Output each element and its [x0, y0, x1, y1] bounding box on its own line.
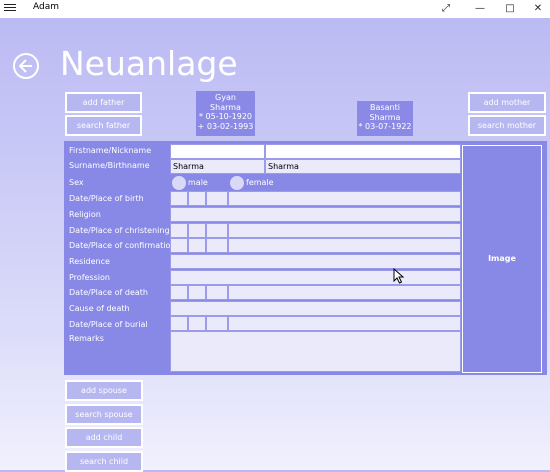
label-burial: Date/Place of burial [69, 320, 148, 329]
burial-month-input[interactable] [188, 316, 206, 331]
remarks-textarea[interactable] [170, 331, 461, 372]
expand-icon[interactable]: ⤢ [430, 0, 462, 18]
search-mother-button[interactable]: search mother [468, 115, 546, 136]
add-child-button[interactable]: add child [65, 427, 143, 448]
residence-input[interactable] [170, 254, 461, 269]
birth-place-input[interactable] [228, 191, 461, 206]
father-death-date: + 03-02-1993 [197, 121, 254, 131]
sex-male-radio[interactable] [172, 176, 186, 190]
mouse-cursor-icon [393, 268, 405, 284]
nickname-input[interactable] [265, 144, 461, 159]
death-month-input[interactable] [188, 285, 206, 300]
father-birth-date: * 05-10-1920 [198, 112, 253, 121]
back-button[interactable] [13, 53, 39, 79]
menu-icon[interactable] [4, 2, 16, 14]
christening-day-input[interactable] [170, 223, 188, 238]
add-mother-button[interactable]: add mother [468, 92, 546, 113]
search-father-button[interactable]: search father [65, 115, 142, 136]
label-cause-of-death: Cause of death [69, 304, 130, 313]
label-firstname: Firstname/Nickname [69, 146, 152, 155]
profession-input[interactable] [170, 270, 461, 285]
mother-card[interactable]: Basanti Sharma * 03-07-1922 [357, 101, 413, 136]
close-icon[interactable]: ✕ [522, 0, 550, 18]
page-title: Neuanlage [60, 44, 238, 83]
minimize-icon[interactable]: — [464, 0, 496, 18]
cause-of-death-input[interactable] [170, 301, 461, 316]
title-bar: Adam ⤢ — □ ✕ [0, 0, 550, 18]
death-year-input[interactable] [206, 285, 228, 300]
confirmation-place-input[interactable] [228, 238, 461, 253]
father-card[interactable]: Gyan Sharma * 05-10-1920 + 03-02-1993 [196, 91, 255, 136]
label-confirmation: Date/Place of confirmation [69, 241, 176, 250]
add-father-button[interactable]: add father [65, 92, 142, 113]
birthname-input[interactable]: Sharma [265, 159, 461, 174]
firstname-input[interactable] [170, 144, 265, 159]
image-box[interactable]: Image [462, 145, 542, 373]
label-birth: Date/Place of birth [69, 194, 144, 203]
death-place-input[interactable] [228, 285, 461, 300]
confirmation-year-input[interactable] [206, 238, 228, 253]
label-sex: Sex [69, 178, 84, 187]
christening-place-input[interactable] [228, 223, 461, 238]
burial-day-input[interactable] [170, 316, 188, 331]
label-death: Date/Place of death [69, 288, 148, 297]
window-title: Adam [33, 2, 59, 12]
christening-year-input[interactable] [206, 223, 228, 238]
confirmation-day-input[interactable] [170, 238, 188, 253]
surname-input[interactable]: Sharma [170, 159, 265, 174]
confirmation-month-input[interactable] [188, 238, 206, 253]
mother-first-name: Basanti [370, 103, 400, 112]
father-last-name: Sharma [210, 102, 241, 112]
mother-birth-date: * 03-07-1922 [358, 122, 412, 131]
search-spouse-button[interactable]: search spouse [65, 404, 143, 425]
label-religion: Religion [69, 210, 101, 219]
religion-input[interactable] [170, 207, 461, 222]
search-child-button[interactable]: search child [65, 451, 143, 472]
sex-male-label: male [188, 178, 208, 187]
label-surname: Surname/Birthname [69, 161, 150, 170]
mother-last-name: Sharma [369, 112, 401, 122]
sex-female-label: female [246, 178, 274, 187]
christening-month-input[interactable] [188, 223, 206, 238]
label-residence: Residence [69, 257, 110, 266]
back-arrow-icon [19, 59, 32, 73]
birth-month-input[interactable] [188, 191, 206, 206]
birth-year-input[interactable] [206, 191, 228, 206]
label-remarks: Remarks [69, 334, 104, 343]
person-form: Firstname/Nickname Surname/Birthname Sex… [64, 141, 547, 375]
birth-day-input[interactable] [170, 191, 188, 206]
burial-year-input[interactable] [206, 316, 228, 331]
burial-place-input[interactable] [228, 316, 461, 331]
sex-female-radio[interactable] [230, 176, 244, 190]
death-day-input[interactable] [170, 285, 188, 300]
label-profession: Profession [69, 273, 110, 282]
father-first-name: Gyan [215, 93, 236, 102]
label-christening: Date/Place of christening [69, 226, 170, 235]
add-spouse-button[interactable]: add spouse [65, 380, 143, 401]
image-label: Image [488, 254, 516, 263]
